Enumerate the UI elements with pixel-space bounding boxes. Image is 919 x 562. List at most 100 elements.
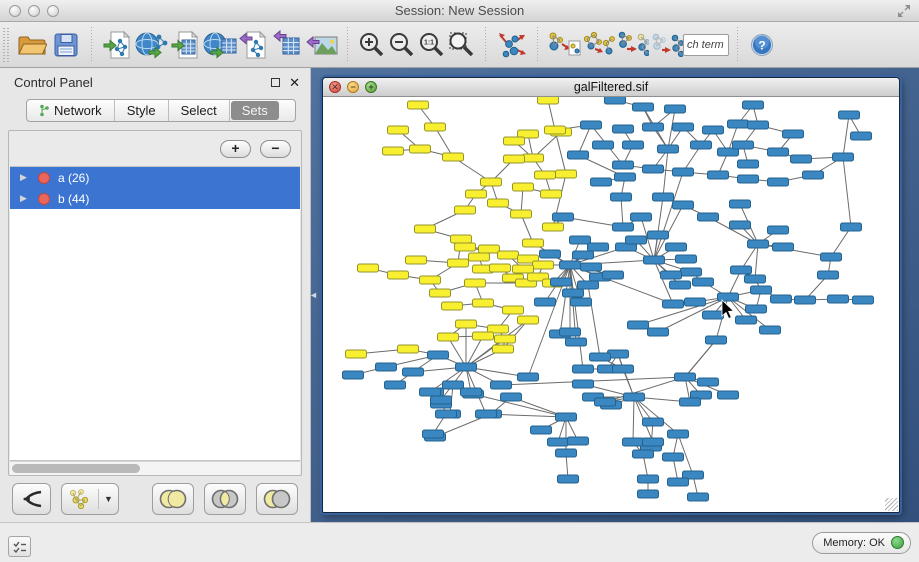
graph-node-yellow[interactable] <box>503 306 524 314</box>
graph-node-blue[interactable] <box>675 373 696 381</box>
graph-node-blue[interactable] <box>685 298 706 306</box>
graph-node-blue[interactable] <box>718 391 739 399</box>
resize-grip[interactable] <box>885 498 898 511</box>
graph-node-blue[interactable] <box>748 240 769 248</box>
graph-node-blue[interactable] <box>733 141 754 149</box>
graph-node-blue[interactable] <box>568 437 589 445</box>
add-set-button[interactable]: + <box>220 140 251 158</box>
graph-node-blue[interactable] <box>751 286 772 294</box>
graph-node-blue[interactable] <box>768 178 789 186</box>
graph-node-blue[interactable] <box>745 275 766 283</box>
graph-node-yellow[interactable] <box>535 171 556 179</box>
graph-node-yellow[interactable] <box>473 332 494 340</box>
graph-node-yellow[interactable] <box>358 264 379 272</box>
zoom-actual-size-button[interactable]: 1:1 <box>417 27 447 63</box>
graph-node-blue[interactable] <box>676 255 697 263</box>
graph-node-blue[interactable] <box>853 296 874 304</box>
graph-node-blue[interactable] <box>738 175 759 183</box>
graph-node-blue[interactable] <box>573 365 594 373</box>
graph-node-yellow[interactable] <box>442 302 463 310</box>
graph-node-blue[interactable] <box>626 236 647 244</box>
graph-node-blue[interactable] <box>456 363 477 371</box>
graph-node-blue[interactable] <box>615 173 636 181</box>
toolbar-drag-handle[interactable] <box>3 28 9 62</box>
graph-node-blue[interactable] <box>698 213 719 221</box>
graph-node-yellow[interactable] <box>490 264 511 272</box>
graph-node-blue[interactable] <box>560 328 581 336</box>
tab-select[interactable]: Select <box>169 100 230 121</box>
graph-node-blue[interactable] <box>680 398 701 406</box>
graph-node-yellow[interactable] <box>481 178 502 186</box>
graph-node-blue[interactable] <box>748 121 769 129</box>
graph-node-yellow[interactable] <box>518 316 539 324</box>
graph-node-blue[interactable] <box>578 281 599 289</box>
graph-node-blue[interactable] <box>423 430 444 438</box>
new-network-from-selection-button[interactable] <box>547 27 581 63</box>
graph-node-yellow[interactable] <box>465 279 486 287</box>
graph-node-blue[interactable] <box>428 351 449 359</box>
graph-node-blue[interactable] <box>476 410 497 418</box>
graph-node-blue[interactable] <box>731 266 752 274</box>
graph-node-blue[interactable] <box>703 126 724 134</box>
collapse-divider-icon[interactable]: ◄ <box>309 290 318 300</box>
graph-node-blue[interactable] <box>771 295 792 303</box>
graph-node-blue[interactable] <box>443 381 464 389</box>
import-network-file-button[interactable] <box>101 27 135 63</box>
graph-node-blue[interactable] <box>791 155 812 163</box>
set-row[interactable]: ▶a (26) <box>10 167 300 188</box>
search-input[interactable] <box>683 34 729 56</box>
save-session-button[interactable] <box>49 27 83 63</box>
graph-node-blue[interactable] <box>718 293 739 301</box>
graph-node-blue[interactable] <box>736 316 757 324</box>
graph-node-yellow[interactable] <box>346 350 367 358</box>
graph-node-blue[interactable] <box>760 326 781 334</box>
graph-node-blue[interactable] <box>590 353 611 361</box>
graph-node-blue[interactable] <box>648 328 669 336</box>
graph-node-blue[interactable] <box>571 298 592 306</box>
dropdown-caret-icon[interactable]: ▼ <box>104 494 113 504</box>
graph-node-blue[interactable] <box>343 371 364 379</box>
graph-node-blue[interactable] <box>461 388 482 396</box>
graph-node-blue[interactable] <box>556 449 577 457</box>
expand-triangle-icon[interactable]: ▶ <box>20 172 38 183</box>
graph-node-yellow[interactable] <box>495 335 516 343</box>
scrollbar-thumb[interactable] <box>12 464 140 473</box>
graph-node-blue[interactable] <box>563 289 584 297</box>
graph-node-blue[interactable] <box>613 161 634 169</box>
graph-node-yellow[interactable] <box>523 239 544 247</box>
zoom-in-button[interactable] <box>357 27 387 63</box>
graph-node-blue[interactable] <box>768 226 789 234</box>
graph-node-yellow[interactable] <box>425 123 446 131</box>
graph-node-blue[interactable] <box>673 123 694 131</box>
task-history-button[interactable] <box>8 536 31 557</box>
network-frame-titlebar[interactable]: ✕ − + galFiltered.sif <box>323 78 899 97</box>
graph-node-yellow[interactable] <box>513 183 534 191</box>
graph-node-yellow[interactable] <box>448 259 469 267</box>
graph-node-blue[interactable] <box>738 160 759 168</box>
set-difference-button[interactable] <box>256 483 298 515</box>
graph-node-yellow[interactable] <box>488 199 509 207</box>
graph-node-blue[interactable] <box>795 296 816 304</box>
graph-node-blue[interactable] <box>593 141 614 149</box>
graph-node-blue[interactable] <box>568 151 589 159</box>
graph-node-blue[interactable] <box>730 221 751 229</box>
graph-node-blue[interactable] <box>851 132 872 140</box>
graph-node-blue[interactable] <box>624 393 645 401</box>
memory-status-button[interactable]: Memory: OK <box>812 532 911 554</box>
graph-node-yellow[interactable] <box>415 225 436 233</box>
extract-set-button[interactable] <box>12 483 51 515</box>
graph-node-yellow[interactable] <box>438 333 459 341</box>
graph-node-yellow[interactable] <box>498 251 519 259</box>
graph-node-blue[interactable] <box>839 111 860 119</box>
graph-node-blue[interactable] <box>436 410 457 418</box>
graph-node-blue[interactable] <box>540 250 561 258</box>
graph-node-yellow[interactable] <box>473 299 494 307</box>
graph-node-blue[interactable] <box>681 268 702 276</box>
graph-node-yellow[interactable] <box>455 206 476 214</box>
graph-node-blue[interactable] <box>706 336 727 344</box>
graph-node-blue[interactable] <box>643 165 664 173</box>
graph-node-yellow[interactable] <box>545 126 566 134</box>
fullscreen-icon[interactable] <box>897 4 911 18</box>
merge-networks-button[interactable] <box>615 27 649 63</box>
graph-node-blue[interactable] <box>658 145 679 153</box>
